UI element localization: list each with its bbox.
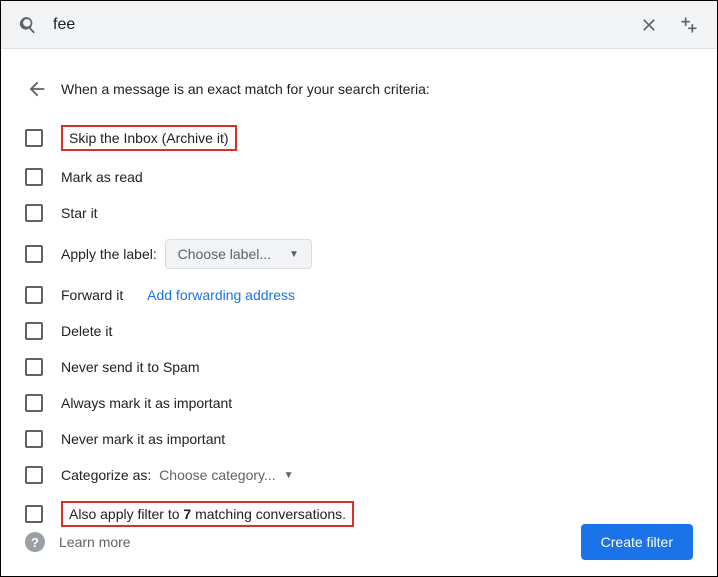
checkbox-delete[interactable] <box>25 322 43 340</box>
filter-options-panel: When a message is an exact match for you… <box>1 49 717 559</box>
option-never-important: Never mark it as important <box>61 431 225 447</box>
search-icon[interactable] <box>9 5 49 45</box>
checkbox-categorize[interactable] <box>25 466 43 484</box>
option-delete: Delete it <box>61 323 112 339</box>
option-categorize-text: Categorize as: <box>61 467 151 483</box>
filter-dialog: When a message is an exact match for you… <box>0 0 718 577</box>
option-never-spam: Never send it to Spam <box>61 359 200 375</box>
checkbox-forward[interactable] <box>25 286 43 304</box>
option-apply-label-text: Apply the label: <box>61 246 157 262</box>
create-filter-button[interactable]: Create filter <box>581 524 693 560</box>
checkbox-always-important[interactable] <box>25 394 43 412</box>
add-forwarding-link[interactable]: Add forwarding address <box>147 287 295 303</box>
checkbox-star[interactable] <box>25 204 43 222</box>
option-always-important: Always mark it as important <box>61 395 232 411</box>
checkbox-skip-inbox[interactable] <box>25 129 43 147</box>
chevron-down-icon: ▼ <box>289 249 299 260</box>
checkbox-apply-label[interactable] <box>25 245 43 263</box>
checkbox-mark-read[interactable] <box>25 168 43 186</box>
search-options-icon[interactable] <box>669 5 709 45</box>
choose-category-dropdown[interactable]: Choose category... ▼ <box>159 467 293 483</box>
choose-label-dropdown[interactable]: Choose label... ▼ <box>165 239 312 269</box>
checkbox-never-important[interactable] <box>25 430 43 448</box>
help-icon[interactable]: ? <box>25 532 45 552</box>
option-skip-inbox: Skip the Inbox (Archive it) <box>61 125 237 151</box>
checkbox-never-spam[interactable] <box>25 358 43 376</box>
checkbox-also-apply[interactable] <box>25 505 43 523</box>
clear-icon[interactable] <box>629 5 669 45</box>
footer: ? Learn more Create filter <box>25 524 693 560</box>
option-forward: Forward it <box>61 287 123 303</box>
option-mark-read: Mark as read <box>61 169 143 185</box>
search-bar <box>1 1 717 49</box>
back-arrow-icon[interactable] <box>25 77 49 101</box>
header-text: When a message is an exact match for you… <box>61 81 430 97</box>
learn-more-link[interactable]: Learn more <box>59 534 131 550</box>
search-input[interactable] <box>49 16 629 34</box>
option-star: Star it <box>61 205 98 221</box>
chevron-down-icon: ▼ <box>284 470 294 481</box>
